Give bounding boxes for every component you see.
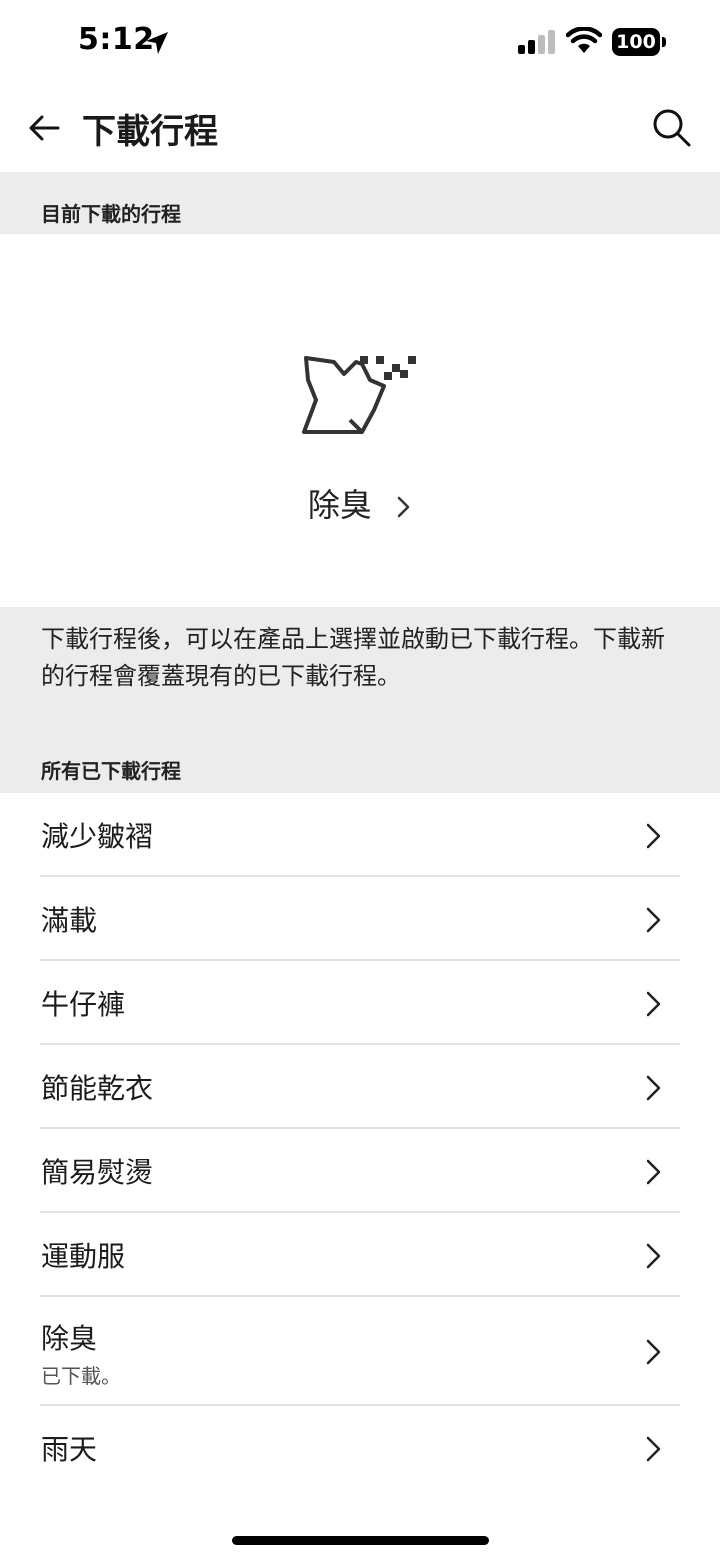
list-item-label: 減少皺褶 [41,820,154,853]
all-section-title: 所有已下載行程 [41,759,181,783]
list-item-label: 簡易熨燙 [41,1156,154,1189]
list-item-label: 滿載 [41,904,98,937]
battery-indicator: 100 [612,28,666,56]
search-icon[interactable] [648,104,694,150]
chevron-right-icon [646,1339,661,1365]
list-item-status: 已下載。 [41,1364,121,1388]
chevron-right-icon [646,1075,661,1101]
current-program-area: 除臭 [0,234,720,607]
list-item[interactable]: 運動服 [0,1213,720,1297]
current-program-link[interactable]: 除臭 [0,480,720,526]
list-item[interactable]: 簡易熨燙 [0,1129,720,1213]
wifi-icon [566,27,602,53]
app-header: 下載行程 [0,86,720,172]
current-program-name: 除臭 [307,486,372,524]
list-item-label: 雨天 [41,1433,98,1466]
list-item-label: 除臭 [41,1322,98,1355]
battery-nub [662,37,666,47]
current-section-title: 目前下載的行程 [41,202,181,226]
page-title: 下載行程 [82,112,218,152]
current-section-header: 目前下載的行程 [0,172,720,234]
chevron-right-icon [646,1243,661,1269]
program-list: 減少皺褶 滿載 牛仔褲 節能乾衣 簡易熨燙 運動服 除臭 已下載。 雨天 [0,793,720,1490]
list-item[interactable]: 雨天 [0,1406,720,1490]
list-item-label: 運動服 [41,1240,126,1273]
battery-level: 100 [612,28,660,56]
list-item[interactable]: 除臭 已下載。 [0,1297,720,1406]
deodorize-shirt-icon [302,356,416,434]
chevron-right-icon [646,823,661,849]
info-text: 下載行程後，可以在產品上選擇並啟動已下載行程。下載新的行程會覆蓋現有的已下載行程… [41,625,665,690]
list-item[interactable]: 牛仔褲 [0,961,720,1045]
list-item[interactable]: 減少皺褶 [0,793,720,877]
chevron-right-icon [646,991,661,1017]
cellular-signal-icon [518,30,555,54]
info-box: 下載行程後，可以在產品上選擇並啟動已下載行程。下載新的行程會覆蓋現有的已下載行程… [0,607,720,793]
list-item-label: 牛仔褲 [41,988,126,1021]
location-arrow-icon [146,32,168,54]
list-item[interactable]: 滿載 [0,877,720,961]
chevron-right-icon [646,1159,661,1185]
chevron-right-icon [646,1436,661,1462]
status-bar: 5:12 100 [0,0,720,86]
arrow-left-icon[interactable] [24,106,68,150]
chevron-right-icon [646,907,661,933]
chevron-right-icon [397,496,410,518]
home-indicator[interactable] [232,1536,489,1545]
list-item[interactable]: 節能乾衣 [0,1045,720,1129]
list-item-label: 節能乾衣 [41,1072,154,1105]
